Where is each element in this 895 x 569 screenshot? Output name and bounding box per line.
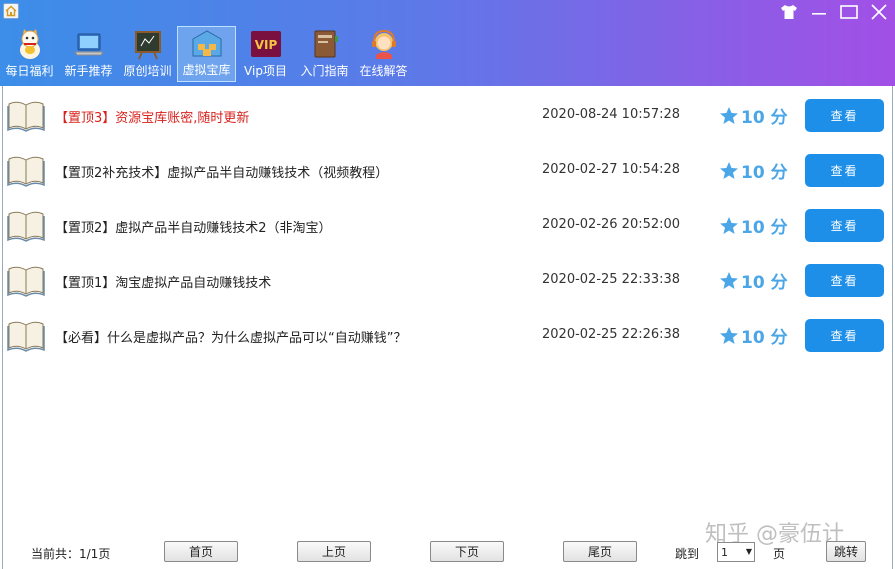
star-icon [720, 162, 738, 179]
tool-original-training[interactable]: 原创培训 [118, 26, 177, 82]
guide-book-icon [308, 28, 342, 60]
item-score: 10 分 [719, 158, 788, 183]
tool-label: Vip项目 [244, 64, 287, 78]
pagination-bar: 当前共：1/1页 首页 上页 下页 尾页 跳到 1 ▼ 页 跳转 [0, 534, 895, 569]
item-title[interactable]: 【必看】什么是虚拟产品？为什么虚拟产品可以“自动赚钱”？ [55, 327, 406, 346]
tool-label: 入门指南 [300, 64, 349, 78]
page-info: 当前共：1/1页 [31, 547, 111, 561]
book-icon [7, 266, 45, 297]
chevron-down-icon: ▼ [745, 547, 752, 556]
tool-label: 每日福利 [5, 64, 54, 78]
tool-beginner-recommend[interactable]: 新手推荐 [59, 26, 118, 82]
tool-label: 在线解答 [359, 64, 408, 78]
view-button[interactable]: 查看 [805, 99, 884, 132]
tool-label: 虚拟宝库 [182, 63, 231, 77]
score-value: 10 分 [741, 218, 788, 238]
close-icon[interactable] [867, 2, 891, 22]
item-score: 10 分 [719, 268, 788, 293]
item-title[interactable]: 【置顶3】资源宝库账密,随时更新 [55, 107, 249, 126]
item-title[interactable]: 【置顶2补充技术】虚拟产品半自动赚钱技术（视频教程） [55, 162, 388, 181]
page-select-value: 1 [721, 545, 728, 559]
tool-virtual-treasury[interactable]: 虚拟宝库 [177, 26, 236, 82]
star-icon [720, 272, 738, 289]
score-value: 10 分 [741, 108, 788, 128]
book-icon [7, 211, 45, 242]
item-date: 2020-08-24 10:57:28 [542, 107, 681, 122]
support-agent-icon [367, 28, 401, 60]
list-item[interactable]: 【置顶3】资源宝库账密,随时更新 2020-08-24 10:57:28 10 … [3, 88, 892, 143]
tool-label: 新手推荐 [64, 64, 113, 78]
lucky-cat-icon [13, 28, 47, 60]
main-toolbar: 每日福利 新手推荐 原创培训 虚拟宝库 VIP Vip项目 入门指南 在线解答 [0, 26, 413, 82]
book-icon [7, 321, 45, 352]
star-icon [720, 327, 738, 344]
list-item[interactable]: 【置顶1】淘宝虚拟产品自动赚钱技术 2020-02-25 22:33:38 10… [3, 253, 892, 308]
minimize-icon[interactable] [807, 2, 831, 22]
star-icon [720, 107, 738, 124]
list-item[interactable]: 【必看】什么是虚拟产品？为什么虚拟产品可以“自动赚钱”？ 2020-02-25 … [3, 308, 892, 363]
star-icon [720, 217, 738, 234]
jump-button[interactable]: 跳转 [826, 541, 866, 562]
next-page-button[interactable]: 下页 [430, 541, 504, 562]
view-button[interactable]: 查看 [805, 209, 884, 242]
view-button[interactable]: 查看 [805, 154, 884, 187]
title-bar: 每日福利 新手推荐 原创培训 虚拟宝库 VIP Vip项目 入门指南 在线解答 [0, 0, 895, 86]
score-value: 10 分 [741, 273, 788, 293]
first-page-button[interactable]: 首页 [164, 541, 238, 562]
item-score: 10 分 [719, 103, 788, 128]
last-page-button[interactable]: 尾页 [563, 541, 637, 562]
tool-vip-project[interactable]: VIP Vip项目 [236, 26, 295, 82]
warehouse-icon [190, 27, 224, 59]
vip-icon: VIP [249, 28, 283, 60]
item-date: 2020-02-26 20:52:00 [542, 217, 681, 232]
tool-online-answer[interactable]: 在线解答 [354, 26, 413, 82]
book-icon [7, 156, 45, 187]
book-icon [7, 101, 45, 132]
view-button[interactable]: 查看 [805, 319, 884, 352]
home-icon[interactable] [3, 3, 19, 19]
tool-daily-benefit[interactable]: 每日福利 [0, 26, 59, 82]
score-value: 10 分 [741, 328, 788, 348]
item-title[interactable]: 【置顶2】虚拟产品半自动赚钱技术2（非淘宝） [55, 217, 332, 236]
page-select[interactable]: 1 ▼ [717, 542, 755, 562]
item-date: 2020-02-25 22:33:38 [542, 272, 681, 287]
maximize-icon[interactable] [837, 2, 861, 22]
score-value: 10 分 [741, 163, 788, 183]
item-title[interactable]: 【置顶1】淘宝虚拟产品自动赚钱技术 [55, 272, 271, 291]
item-date: 2020-02-27 10:54:28 [542, 162, 681, 177]
item-date: 2020-02-25 22:26:38 [542, 327, 681, 342]
list-item[interactable]: 【置顶2】虚拟产品半自动赚钱技术2（非淘宝） 2020-02-26 20:52:… [3, 198, 892, 253]
prev-page-button[interactable]: 上页 [297, 541, 371, 562]
blackboard-icon [131, 28, 165, 60]
item-score: 10 分 [719, 323, 788, 348]
skin-icon[interactable] [777, 2, 801, 22]
tool-label: 原创培训 [123, 64, 172, 78]
page-unit-label: 页 [773, 547, 786, 561]
jump-label: 跳到 [675, 547, 700, 561]
view-button[interactable]: 查看 [805, 264, 884, 297]
resource-list: 【置顶3】资源宝库账密,随时更新 2020-08-24 10:57:28 10 … [2, 86, 893, 569]
list-item[interactable]: 【置顶2补充技术】虚拟产品半自动赚钱技术（视频教程） 2020-02-27 10… [3, 143, 892, 198]
vip-badge-text: VIP [254, 38, 277, 52]
item-score: 10 分 [719, 213, 788, 238]
tool-getting-started[interactable]: 入门指南 [295, 26, 354, 82]
laptop-icon [72, 28, 106, 60]
